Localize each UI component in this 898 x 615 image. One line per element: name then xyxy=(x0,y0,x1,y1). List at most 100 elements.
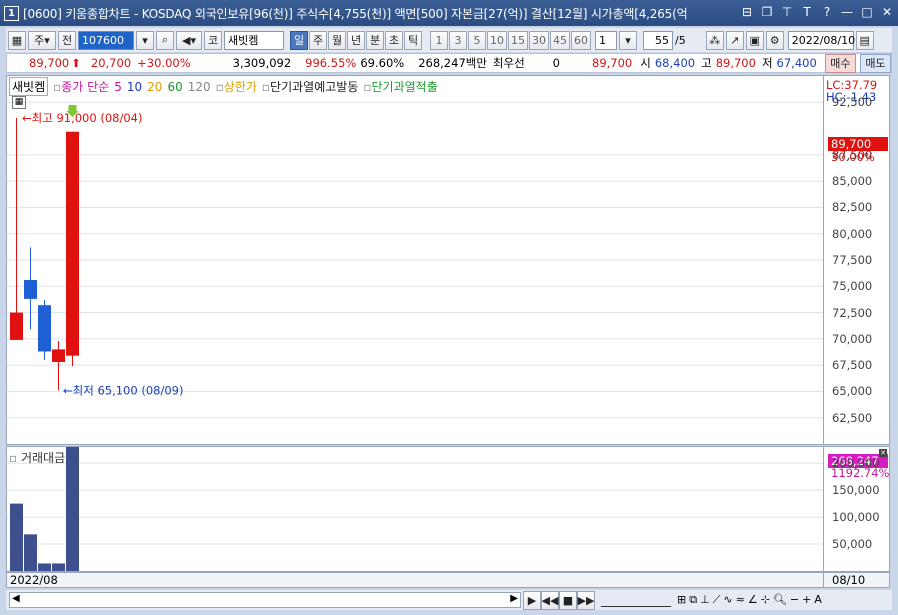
maximize-icon[interactable]: □ xyxy=(860,4,874,20)
legend-ma-label[interactable]: ▫종가 단순 xyxy=(53,78,109,95)
price-tick-label: 67,500 xyxy=(832,358,873,373)
volume-chart-svg[interactable] xyxy=(7,447,823,571)
code-dropdown-button[interactable]: ▾ xyxy=(136,30,154,50)
interval-button[interactable]: 년 xyxy=(347,30,365,50)
up-arrow-icon: ⬆ xyxy=(71,56,81,70)
window-number: 1 xyxy=(4,5,19,21)
legend-ma5[interactable]: 5 xyxy=(114,80,122,94)
scroll-right-icon[interactable]: ▶ xyxy=(510,593,518,604)
restore-icon[interactable]: ❐ xyxy=(760,4,774,20)
sound-icon[interactable]: ◀▾ xyxy=(176,30,202,50)
volume-bar[interactable] xyxy=(10,503,23,571)
candle-body[interactable] xyxy=(10,312,23,340)
turnover: 69.60% xyxy=(360,56,405,70)
buy-button[interactable]: 매수 xyxy=(824,53,856,73)
calendar-icon[interactable]: ▤ xyxy=(855,30,874,50)
zoom-icon[interactable]: 🔍︎ xyxy=(773,593,787,607)
zoom-slider[interactable] xyxy=(601,593,671,607)
font-icon[interactable]: A xyxy=(814,593,822,607)
volume-bar[interactable] xyxy=(66,447,79,571)
minus-icon[interactable]: − xyxy=(790,593,799,607)
fib-icon[interactable]: ∿ xyxy=(723,593,732,607)
number-interval-button[interactable]: 30 xyxy=(529,30,549,50)
legend-overheat-desig[interactable]: ▫단기과열적출 xyxy=(363,78,437,95)
number-interval-button[interactable]: 10 xyxy=(487,30,507,50)
interval-button[interactable]: 일 xyxy=(290,30,308,50)
interval-button[interactable]: 월 xyxy=(328,30,346,50)
settings-icon[interactable]: ⚙ xyxy=(765,30,784,50)
grid-icon[interactable]: ▦ xyxy=(8,30,26,50)
text-icon[interactable]: T xyxy=(800,4,814,20)
legend-ma10[interactable]: 10 xyxy=(127,80,142,94)
candle-body[interactable] xyxy=(66,131,79,356)
market-code[interactable]: 코 xyxy=(204,30,222,50)
legend-upper-limit[interactable]: ▫상한가 xyxy=(216,78,257,95)
number-interval-button[interactable]: 45 xyxy=(550,30,570,50)
price-tick-label: 72,500 xyxy=(832,305,873,320)
high-annotation: ←최고 91,000 (08/04) xyxy=(22,111,142,125)
prev-button[interactable]: 전 xyxy=(58,30,76,50)
interval-button[interactable]: 분 xyxy=(366,30,384,50)
close-icon[interactable]: ✕ xyxy=(880,4,894,20)
drawing-icon[interactable]: ↗ xyxy=(725,30,744,50)
price-chart-panel[interactable]: ←최고 91,000 (08/04) ←최저 65,100 (08/09) 새빗켐… xyxy=(6,75,824,445)
period-select[interactable]: 주 ▾ xyxy=(28,30,56,50)
price-chart-svg[interactable]: ←최고 91,000 (08/04) ←최저 65,100 (08/09) xyxy=(7,76,823,444)
forward-icon[interactable]: ▶▶ xyxy=(577,590,595,610)
angle-icon[interactable]: ∠ xyxy=(748,593,758,607)
count-input[interactable]: 55 xyxy=(643,30,673,50)
number-interval-button[interactable]: 3 xyxy=(449,30,467,50)
number-interval-button[interactable]: 1 xyxy=(430,30,448,50)
sell-button[interactable]: 매도 xyxy=(859,53,891,73)
indicator-icon[interactable]: ⁂ xyxy=(705,30,724,50)
minimize-icon[interactable]: — xyxy=(840,4,854,20)
legend-ma20[interactable]: 20 xyxy=(147,80,162,94)
number-interval-button[interactable]: 60 xyxy=(571,30,591,50)
high-label: 고 xyxy=(701,56,712,70)
stock-name-field[interactable]: 새빗켐 xyxy=(224,30,284,50)
horizontal-scrollbar[interactable]: ◀ ▶ xyxy=(9,592,521,608)
panel-close-icon[interactable]: ✕ xyxy=(879,449,887,457)
copy-icon[interactable]: ⧉ xyxy=(689,593,697,607)
candle-body[interactable] xyxy=(38,305,51,352)
hline-icon[interactable]: ⊥ xyxy=(700,593,710,607)
low-label: 저 xyxy=(761,56,773,70)
date-input[interactable]: 2022/08/10 xyxy=(787,30,855,50)
stop-icon[interactable]: ■ xyxy=(559,590,577,610)
plus-icon[interactable]: + xyxy=(802,593,811,607)
play-icon[interactable]: ▶ xyxy=(523,590,541,610)
stock-code-input[interactable]: 107600 xyxy=(78,30,134,50)
volume-bar[interactable] xyxy=(24,534,37,571)
rewind-icon[interactable]: ◀◀ xyxy=(541,590,559,610)
layout-icon[interactable]: ⊞ xyxy=(677,593,686,607)
volume-bar[interactable] xyxy=(38,563,51,571)
pin-icon[interactable]: ⊤ xyxy=(780,4,794,20)
legend-stock-name[interactable]: 새빗켐 xyxy=(9,77,49,96)
number-interval-button[interactable]: 15 xyxy=(508,30,528,50)
help-icon[interactable]: ? xyxy=(820,4,834,20)
legend-ma120[interactable]: 120 xyxy=(188,80,211,94)
volume-ratio: 996.55% xyxy=(305,56,357,70)
legend-ma60[interactable]: 60 xyxy=(167,80,182,94)
chart-legend: 새빗켐 ▫종가 단순 5 10 20 60 120 ▫상한가 ▫단기과열예고발동… xyxy=(9,77,438,96)
interval-button[interactable]: 주 xyxy=(309,30,327,50)
custom-interval-input[interactable]: 1 xyxy=(595,30,617,50)
search-icon[interactable]: ⌕ xyxy=(156,30,174,50)
legend-overheat-warn[interactable]: ▫단기과열예고발동 xyxy=(262,78,358,95)
table-icon[interactable]: ▦ xyxy=(12,96,26,109)
candle-body[interactable] xyxy=(52,349,65,362)
custom-interval-dropdown[interactable]: ▾ xyxy=(619,30,637,50)
save-icon[interactable]: ▣ xyxy=(745,30,764,50)
cross-icon[interactable]: ⊹ xyxy=(761,593,770,607)
interval-button[interactable]: 초 xyxy=(385,30,403,50)
candle-body[interactable] xyxy=(24,279,37,299)
link-icon[interactable]: ⊟ xyxy=(740,4,754,20)
interval-button[interactable]: 틱 xyxy=(404,30,422,50)
volume-tick-label: 100,000 xyxy=(832,510,880,525)
scroll-left-icon[interactable]: ◀ xyxy=(12,593,20,604)
number-interval-button[interactable]: 5 xyxy=(468,30,486,50)
volume-panel[interactable]: ▫ 거래대금 xyxy=(6,446,824,572)
volume-bar[interactable] xyxy=(52,563,65,571)
trend-icon[interactable]: ⟋ xyxy=(713,593,721,607)
wave-icon[interactable]: ≈ xyxy=(736,593,745,607)
